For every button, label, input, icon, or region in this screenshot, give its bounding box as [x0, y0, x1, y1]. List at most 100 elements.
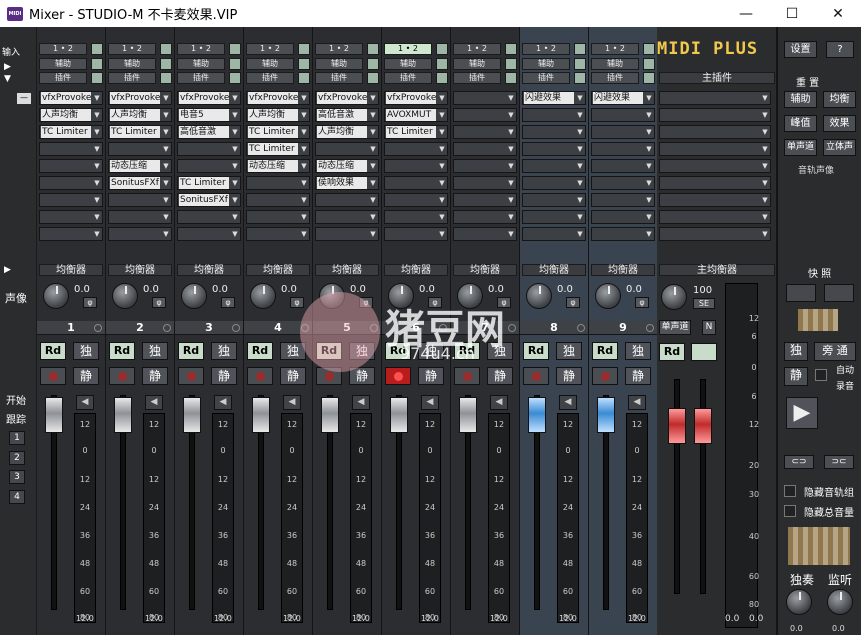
insert-slot[interactable]: ▼ — [591, 176, 655, 190]
save-icon[interactable] — [824, 284, 854, 302]
eq-label[interactable]: 均衡器 — [384, 264, 448, 276]
insert-label[interactable]: 插件 — [246, 72, 294, 84]
se-button[interactable]: SE — [693, 298, 715, 309]
solo-button[interactable]: 独 — [625, 342, 651, 360]
insert-slot[interactable]: vfxProvoke ▼ — [108, 91, 172, 105]
aux-toggle[interactable] — [436, 58, 448, 70]
insert-slot[interactable]: ▼ — [522, 142, 586, 156]
insert-slot[interactable]: ▼ — [384, 193, 448, 207]
solo-button[interactable]: 独 — [556, 342, 582, 360]
insert-slot[interactable]: ▼ — [591, 125, 655, 139]
channel-dot-icon[interactable] — [508, 324, 516, 332]
master-pan-knob[interactable] — [661, 284, 687, 310]
insert-label[interactable]: 插件 — [453, 72, 501, 84]
insert-slot[interactable]: ▼ — [453, 125, 517, 139]
aux-toggle[interactable] — [574, 58, 586, 70]
insert-slot[interactable]: 高低音激 ▼ — [315, 108, 379, 122]
phase-button[interactable]: φ — [566, 297, 580, 308]
volume-fader[interactable] — [114, 397, 132, 433]
insert-slot[interactable]: ▼ — [522, 227, 586, 241]
insert-slot[interactable]: ▼ — [384, 176, 448, 190]
insert-slot[interactable]: ▼ — [246, 176, 310, 190]
insert-slot[interactable]: vfxProvoke ▼ — [246, 91, 310, 105]
insert-slot[interactable]: ▼ — [39, 159, 103, 173]
pan-knob[interactable] — [526, 283, 552, 309]
insert-slot[interactable]: 动态压缩 ▼ — [246, 159, 310, 173]
record-button[interactable] — [385, 367, 411, 385]
insert-slot[interactable]: ▼ — [315, 142, 379, 156]
master-n-button[interactable]: N — [702, 320, 716, 335]
master-fader-l[interactable] — [668, 408, 686, 444]
master-insert-slot[interactable]: ▼ — [659, 125, 771, 139]
insert-slot[interactable]: ▼ — [522, 125, 586, 139]
insert-toggle[interactable] — [436, 72, 448, 84]
insert-slot[interactable]: SonitusFXf ▼ — [108, 176, 172, 190]
insert-slot[interactable]: TC Limiter ▼ — [177, 176, 241, 190]
aux-label[interactable]: 辅助 — [522, 58, 570, 70]
speaker-icon[interactable]: ◀ — [145, 395, 163, 410]
insert-slot[interactable]: 动态压缩 ▼ — [108, 159, 172, 173]
insert-toggle[interactable] — [160, 72, 172, 84]
phase-button[interactable]: φ — [83, 297, 97, 308]
insert-toggle[interactable] — [298, 72, 310, 84]
aux-toggle[interactable] — [367, 58, 379, 70]
master-insert-slot[interactable]: ▼ — [659, 91, 771, 105]
insert-slot[interactable]: ▼ — [108, 210, 172, 224]
aux-toggle[interactable] — [298, 58, 310, 70]
auto-record-checkbox[interactable] — [815, 369, 827, 381]
insert-slot[interactable]: 侯响效果 ▼ — [315, 176, 379, 190]
insert-slot[interactable]: ▼ — [384, 227, 448, 241]
mute-button[interactable]: 静 — [73, 367, 99, 385]
insert-slot[interactable]: ▼ — [591, 227, 655, 241]
channel-dot-icon[interactable] — [94, 324, 102, 332]
maximize-button[interactable]: ☐ — [769, 0, 815, 27]
mute-button[interactable]: 静 — [142, 367, 168, 385]
insert-slot[interactable]: ▼ — [108, 193, 172, 207]
insert-slot[interactable]: ▼ — [591, 159, 655, 173]
track-select-1[interactable]: 1 — [9, 431, 25, 445]
insert-slot[interactable]: ▼ — [453, 227, 517, 241]
record-button[interactable] — [178, 367, 204, 385]
master-rd-button[interactable]: Rd — [659, 343, 685, 361]
track-select-2[interactable]: 2 — [9, 451, 25, 465]
insert-label[interactable]: 插件 — [177, 72, 225, 84]
master-insert-slot[interactable]: ▼ — [659, 142, 771, 156]
insert-slot[interactable]: 高低音激 ▼ — [177, 125, 241, 139]
aux-label[interactable]: 辅助 — [453, 58, 501, 70]
master-link-button[interactable] — [691, 343, 717, 361]
aux-toggle[interactable] — [643, 58, 655, 70]
insert-toggle[interactable] — [505, 72, 517, 84]
insert-slot[interactable]: TC Limiter ▼ — [39, 125, 103, 139]
insert-slot[interactable]: ▼ — [522, 193, 586, 207]
volume-fader[interactable] — [459, 397, 477, 433]
channel-dot-icon[interactable] — [232, 324, 240, 332]
aux-label[interactable]: 辅助 — [591, 58, 639, 70]
pan-knob[interactable] — [112, 283, 138, 309]
insert-toggle[interactable] — [367, 72, 379, 84]
insert-slot[interactable]: ▼ — [591, 193, 655, 207]
insert-slot[interactable]: ▼ — [39, 176, 103, 190]
route-select[interactable]: 1 • 2 — [315, 43, 363, 55]
read-button[interactable]: Rd — [592, 342, 618, 360]
route-select[interactable]: 1 • 2 — [453, 43, 501, 55]
eq-label[interactable]: 均衡器 — [108, 264, 172, 276]
mute-button[interactable]: 静 — [487, 367, 513, 385]
mono-button[interactable]: 单声道 — [784, 139, 817, 156]
peak-button[interactable]: 峰值 — [784, 115, 817, 132]
unlink-icon[interactable]: ⊃⊂ — [824, 455, 854, 469]
aux-label[interactable]: 辅助 — [108, 58, 156, 70]
insert-slot[interactable]: ▼ — [453, 142, 517, 156]
insert-slot[interactable]: ▼ — [315, 210, 379, 224]
insert-slot[interactable]: ▼ — [453, 159, 517, 173]
eq-label[interactable]: 均衡器 — [39, 264, 103, 276]
insert-slot[interactable]: 闪避效果 ▼ — [591, 91, 655, 105]
insert-slot[interactable]: ▼ — [522, 108, 586, 122]
insert-slot[interactable]: 人声均衡 ▼ — [39, 108, 103, 122]
route-toggle[interactable] — [298, 43, 310, 55]
route-select[interactable]: 1 • 2 — [522, 43, 570, 55]
insert-slot[interactable]: ▼ — [453, 193, 517, 207]
master-insert-slot[interactable]: ▼ — [659, 210, 771, 224]
master-insert-slot[interactable]: ▼ — [659, 227, 771, 241]
insert-slot[interactable]: ▼ — [246, 193, 310, 207]
insert-slot[interactable]: ▼ — [177, 142, 241, 156]
